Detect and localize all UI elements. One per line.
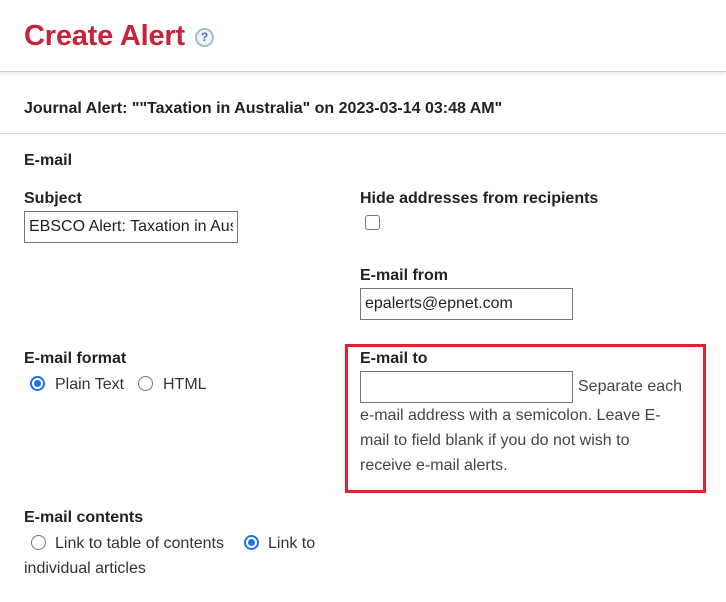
email-to-hint-line1: Separate each: [578, 378, 683, 395]
email-to-label: E-mail to: [360, 350, 428, 367]
page-title: Create Alert: [24, 20, 185, 52]
format-html-label[interactable]: HTML: [163, 376, 207, 394]
contents-toc-radio[interactable]: [31, 535, 46, 550]
subject-label: Subject: [24, 190, 82, 207]
email-to-hint-line4: receive e-mail alerts.: [360, 457, 508, 474]
email-contents-label: E-mail contents: [24, 509, 144, 526]
help-icon[interactable]: ?: [195, 28, 214, 47]
email-section-heading: E-mail: [24, 152, 73, 169]
hide-addresses-label: Hide addresses from recipients: [360, 190, 599, 207]
contents-articles-label-wrap[interactable]: individual articles: [24, 560, 146, 578]
email-to-input[interactable]: [360, 371, 573, 403]
format-plain-text-radio[interactable]: [30, 376, 45, 391]
email-to-hint-line2: e-mail address with a semicolon. Leave E…: [360, 407, 661, 424]
email-format-label: E-mail format: [24, 350, 127, 367]
contents-articles-label[interactable]: Link to: [268, 535, 315, 553]
page-header: Create Alert ?: [0, 0, 726, 72]
contents-articles-radio[interactable]: [244, 535, 259, 550]
subject-input[interactable]: [24, 211, 238, 243]
alert-description: Journal Alert: ""Taxation in Australia" …: [24, 100, 503, 117]
email-from-input[interactable]: [360, 288, 573, 320]
alert-info-row: Journal Alert: ""Taxation in Australia" …: [0, 72, 726, 134]
email-to-hint-line3: mail to field blank if you do not wish t…: [360, 432, 630, 449]
hide-addresses-checkbox[interactable]: [365, 215, 380, 230]
format-html-radio[interactable]: [138, 376, 153, 391]
format-plain-text-label[interactable]: Plain Text: [55, 376, 124, 394]
email-from-label: E-mail from: [360, 267, 449, 284]
contents-toc-label[interactable]: Link to table of contents: [55, 535, 224, 553]
